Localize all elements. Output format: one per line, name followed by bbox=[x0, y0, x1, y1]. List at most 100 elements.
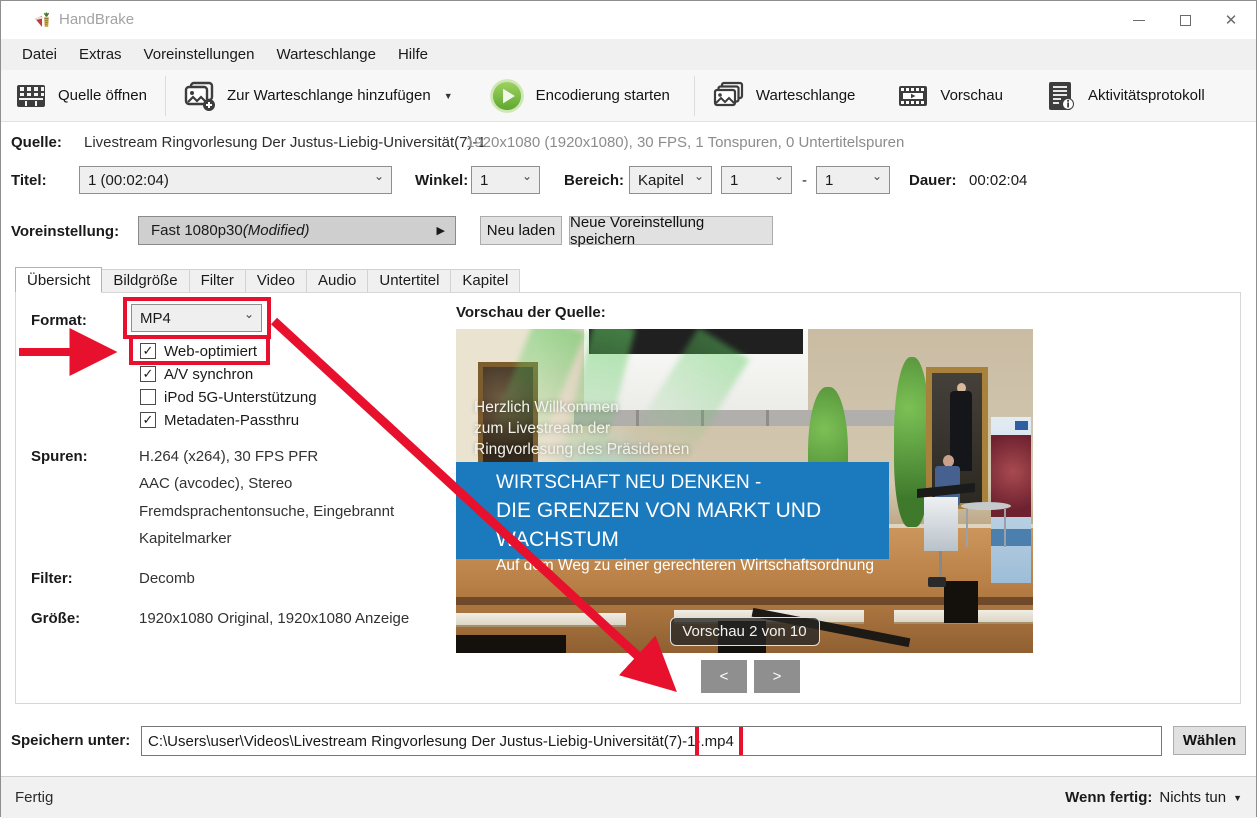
checkbox-row-metadata: Metadaten-Passthru bbox=[140, 410, 299, 430]
filters-label: Filter: bbox=[31, 570, 73, 587]
maximize-icon bbox=[1180, 15, 1191, 26]
range-start-select[interactable]: 1 ⌄ bbox=[721, 166, 792, 194]
speaker-box bbox=[944, 581, 978, 623]
chevron-down-icon: ⌄ bbox=[774, 169, 784, 183]
range-type-value: Kapitel bbox=[638, 172, 684, 189]
reload-preset-button[interactable]: Neu laden bbox=[480, 216, 562, 245]
main-toolbar: Quelle öffnen Zur Warteschlange hinzufüg… bbox=[1, 70, 1256, 122]
chevron-down-icon: ⌄ bbox=[872, 169, 882, 183]
menu-datei[interactable]: Datei bbox=[11, 39, 68, 70]
menu-extras[interactable]: Extras bbox=[68, 39, 133, 70]
status-text: Fertig bbox=[15, 789, 53, 806]
tab-bildgroesse[interactable]: Bildgröße bbox=[102, 269, 189, 293]
range-end-select[interactable]: 1 ⌄ bbox=[816, 166, 890, 194]
tab-kapitel[interactable]: Kapitel bbox=[451, 269, 520, 293]
chevron-down-icon[interactable]: ▼ bbox=[444, 91, 453, 101]
equipment-case bbox=[456, 635, 566, 653]
when-done-dropdown[interactable]: Wenn fertig: Nichts tun ▼ bbox=[1065, 789, 1242, 806]
rollup-banner bbox=[991, 417, 1031, 583]
side-table-leg bbox=[966, 509, 968, 547]
maximize-button[interactable] bbox=[1162, 1, 1208, 39]
ipod-support-checkbox[interactable] bbox=[140, 389, 156, 405]
minimize-button[interactable] bbox=[1116, 1, 1162, 39]
preview-label: Vorschau bbox=[940, 87, 1003, 104]
queue-stack-icon bbox=[713, 80, 745, 112]
when-done-label: Wenn fertig: bbox=[1065, 789, 1152, 806]
side-table-leg bbox=[1004, 509, 1006, 547]
lectern bbox=[924, 497, 958, 551]
tab-untertitel[interactable]: Untertitel bbox=[368, 269, 451, 293]
track-video-summary: H.264 (x264), 30 FPS PFR bbox=[139, 448, 318, 465]
source-info: 1920x1080 (1920x1080), 30 FPS, 1 Tonspur… bbox=[466, 134, 904, 151]
preset-value: Fast 1080p30 bbox=[151, 222, 243, 239]
queue-button[interactable]: Warteschlange bbox=[699, 70, 870, 121]
checkbox-row-av-sync: A/V synchron bbox=[140, 364, 253, 384]
start-encode-label: Encodierung starten bbox=[536, 87, 670, 104]
open-source-button[interactable]: Quelle öffnen bbox=[1, 70, 161, 121]
preview-heading: Vorschau der Quelle: bbox=[456, 304, 606, 321]
ipod-support-label: iPod 5G-Unterstützung bbox=[164, 389, 317, 406]
browse-button[interactable]: Wählen bbox=[1173, 726, 1246, 755]
checkbox-row-ipod: iPod 5G-Unterstützung bbox=[140, 387, 317, 407]
rollup-band bbox=[991, 529, 1031, 546]
audience-table bbox=[456, 613, 626, 627]
range-separator: - bbox=[802, 172, 807, 189]
save-new-preset-button[interactable]: Neue Voreinstellung speichern bbox=[569, 216, 773, 245]
handbrake-logo-icon bbox=[31, 9, 53, 31]
track-subtitle-summary: Fremdsprachentonsuche, Eingebrannt bbox=[139, 503, 394, 520]
filmstrip-icon bbox=[897, 80, 929, 112]
start-encode-button[interactable]: Encodierung starten bbox=[475, 70, 684, 121]
angle-label: Winkel: bbox=[415, 172, 468, 189]
rollup-logo bbox=[1015, 421, 1028, 430]
save-as-label: Speichern unter: bbox=[11, 732, 130, 749]
add-to-queue-button[interactable]: Zur Warteschlange hinzufügen ▼ bbox=[170, 70, 467, 121]
chevron-down-icon: ⌄ bbox=[522, 169, 532, 183]
metadata-passthru-label: Metadaten-Passthru bbox=[164, 412, 299, 429]
destination-path-prefix: C:\Users\user\Videos\Livestream Ringvorl… bbox=[148, 733, 700, 750]
web-optimized-label: Web-optimiert bbox=[164, 343, 257, 360]
range-type-select[interactable]: Kapitel ⌄ bbox=[629, 166, 712, 194]
tab-uebersicht[interactable]: Übersicht bbox=[15, 267, 102, 293]
preset-label: Voreinstellung: bbox=[11, 223, 119, 240]
source-label: Quelle: bbox=[11, 134, 62, 151]
settings-tabs: Übersicht Bildgröße Filter Video Audio U… bbox=[15, 267, 520, 293]
track-audio-summary: AAC (avcodec), Stereo bbox=[139, 475, 292, 492]
web-optimized-checkbox[interactable] bbox=[140, 343, 156, 359]
add-to-queue-icon bbox=[184, 80, 216, 112]
metadata-passthru-checkbox[interactable] bbox=[140, 412, 156, 428]
range-label: Bereich: bbox=[564, 172, 624, 189]
menu-bar: Datei Extras Voreinstellungen Warteschla… bbox=[1, 39, 1256, 70]
preview-next-button[interactable]: > bbox=[754, 660, 800, 693]
preview-prev-button[interactable]: < bbox=[701, 660, 747, 693]
clapperboard-icon bbox=[15, 80, 47, 112]
tab-audio[interactable]: Audio bbox=[307, 269, 368, 293]
tab-filter[interactable]: Filter bbox=[190, 269, 246, 293]
lecture-title-banner: WIRTSCHAFT NEU DENKEN - DIE GRENZEN VON … bbox=[456, 462, 889, 559]
destination-path-extension: .mp4 bbox=[700, 733, 733, 750]
tab-video[interactable]: Video bbox=[246, 269, 307, 293]
track-chapters-summary: Kapitelmarker bbox=[139, 530, 232, 547]
lectern-leg bbox=[939, 551, 942, 579]
format-value: MP4 bbox=[140, 310, 171, 327]
destination-path-input[interactable]: C:\Users\user\Videos\Livestream Ringvorl… bbox=[141, 726, 1162, 756]
activity-log-button[interactable]: Aktivitätsprotokoll bbox=[1031, 70, 1219, 121]
close-button[interactable]: ✕ bbox=[1208, 1, 1254, 39]
menu-hilfe[interactable]: Hilfe bbox=[387, 39, 439, 70]
title-select[interactable]: 1 (00:02:04) ⌄ bbox=[79, 166, 392, 194]
title-bar: HandBrake ✕ bbox=[1, 1, 1256, 39]
av-sync-checkbox[interactable] bbox=[140, 366, 156, 382]
chevron-down-icon: ▼ bbox=[1233, 793, 1242, 803]
range-start-value: 1 bbox=[730, 172, 738, 189]
preview-button[interactable]: Vorschau bbox=[883, 70, 1017, 121]
preset-select[interactable]: Fast 1080p30 (Modified) ▶ bbox=[138, 216, 456, 245]
close-icon: ✕ bbox=[1225, 13, 1238, 28]
status-bar: Fertig Wenn fertig: Nichts tun ▼ bbox=[1, 776, 1256, 818]
open-source-label: Quelle öffnen bbox=[58, 87, 147, 104]
angle-select[interactable]: 1 ⌄ bbox=[471, 166, 540, 194]
preset-modified-flag: (Modified) bbox=[243, 222, 310, 239]
menu-warteschlange[interactable]: Warteschlange bbox=[265, 39, 387, 70]
menu-voreinstellungen[interactable]: Voreinstellungen bbox=[133, 39, 266, 70]
format-select[interactable]: MP4 ⌄ bbox=[131, 304, 262, 332]
toolbar-separator bbox=[165, 76, 166, 116]
chevron-right-icon: ▶ bbox=[437, 224, 445, 237]
